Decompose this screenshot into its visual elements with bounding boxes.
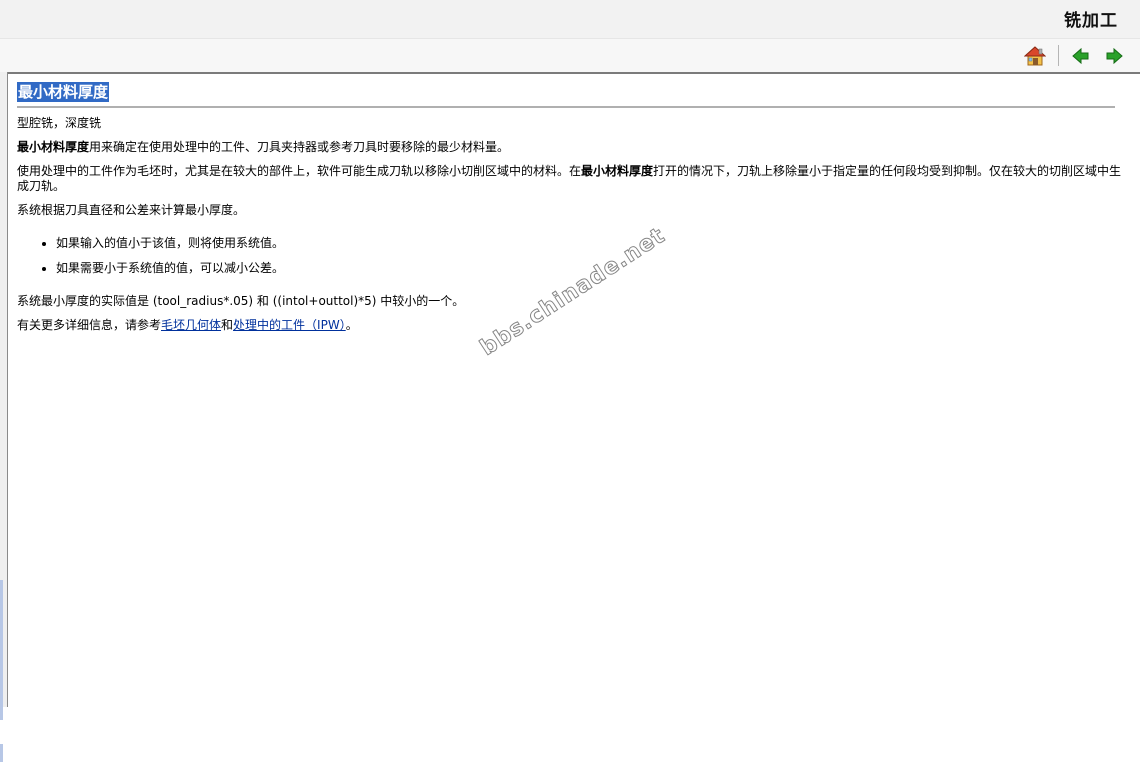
- forward-arrow-icon[interactable]: [1103, 46, 1125, 66]
- toolbar-separator: [1058, 45, 1059, 66]
- paragraph-ipw-usage: 使用处理中的工件作为毛坯时，尤其是在较大的部件上，软件可能生成刀轨以移除小切削区…: [17, 164, 1122, 193]
- link-ipw[interactable]: 处理中的工件（IPW）: [233, 318, 346, 332]
- help-content: 最小材料厚度 型腔铣，深度铣 最小材料厚度用来确定在使用处理中的工件、刀具夹持器…: [8, 72, 1140, 707]
- list-item: 如果输入的值小于该值，则将使用系统值。: [56, 236, 1122, 251]
- paragraph-references: 有关更多详细信息，请参考毛坯几何体和处理中的工件（IPW）。: [17, 318, 358, 332]
- paragraph-calculation: 系统根据刀具直径和公差来计算最小厚度。: [17, 203, 246, 217]
- navigation-toolbar: [0, 39, 1140, 72]
- term-bold: 最小材料厚度: [17, 140, 90, 154]
- paragraph-formula: 系统最小厚度的实际值是 (tool_radius*.05) 和 ((intol+…: [17, 294, 465, 308]
- page-header-title: 铣加工: [1064, 11, 1118, 31]
- link-blank-geometry[interactable]: 毛坯几何体: [161, 318, 221, 332]
- home-icon[interactable]: [1023, 46, 1047, 66]
- title-divider: [17, 106, 1115, 108]
- list-item: 如果需要小于系统值的值，可以减小公差。: [56, 261, 1122, 276]
- term-bold: 最小材料厚度: [581, 164, 654, 178]
- back-arrow-icon[interactable]: [1070, 46, 1092, 66]
- header-bar: 铣加工: [0, 0, 1140, 39]
- left-frame-border: [0, 72, 8, 762]
- page-title: 最小材料厚度: [17, 82, 110, 102]
- bullet-list: 如果输入的值小于该值，则将使用系统值。 如果需要小于系统值的值，可以减小公差。: [17, 236, 1122, 276]
- paragraph-definition: 最小材料厚度用来确定在使用处理中的工件、刀具夹持器或参考刀具时要移除的最少材料量…: [17, 140, 510, 154]
- applies-to-text: 型腔铣，深度铣: [17, 116, 102, 130]
